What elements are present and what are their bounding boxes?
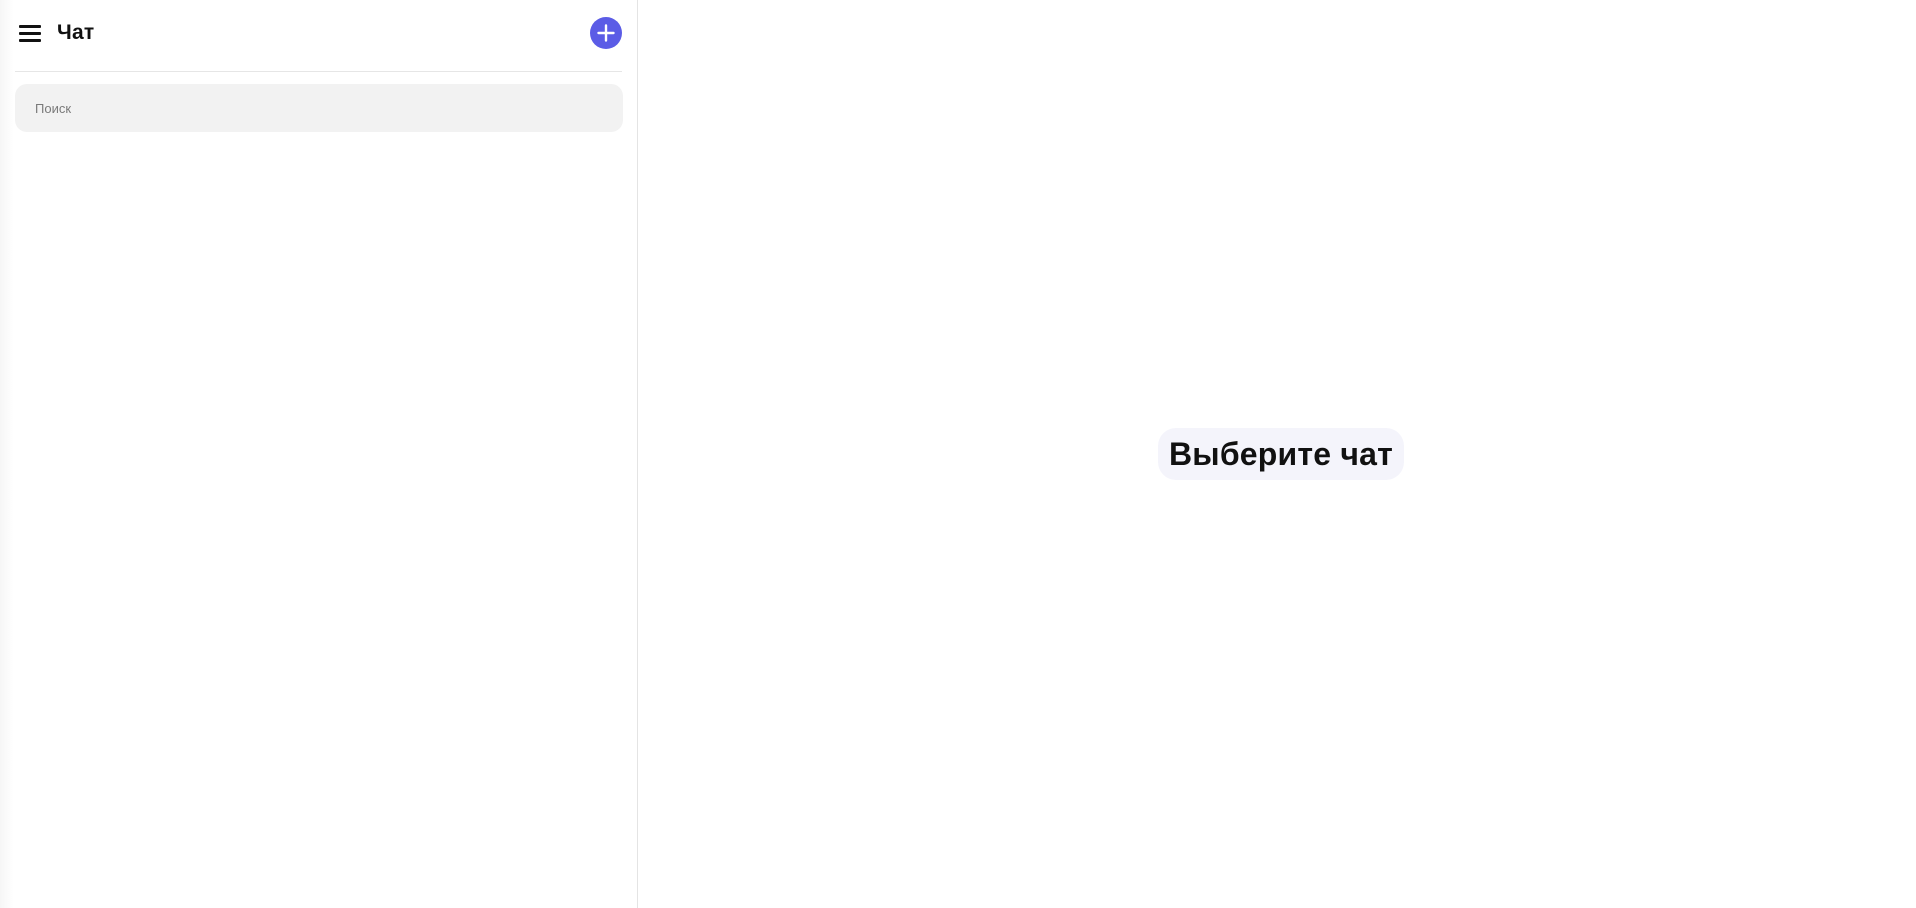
new-chat-button[interactable] xyxy=(590,17,622,49)
hamburger-menu-icon[interactable] xyxy=(19,23,41,43)
sidebar: Чат xyxy=(0,0,638,908)
chat-app: Чат Выберите чат xyxy=(0,0,1916,908)
empty-state-pill: Выберите чат xyxy=(1158,428,1405,480)
search-box xyxy=(15,84,623,132)
menu-bar-top xyxy=(19,25,41,28)
sidebar-header: Чат xyxy=(15,0,622,72)
menu-bar-middle xyxy=(19,32,41,35)
sidebar-title: Чат xyxy=(57,21,95,44)
chat-main-area: Выберите чат xyxy=(638,0,1916,908)
search-input[interactable] xyxy=(15,84,623,132)
menu-bar-bottom xyxy=(19,39,41,42)
plus-icon xyxy=(597,24,615,42)
empty-state-text: Выберите чат xyxy=(1169,436,1394,472)
